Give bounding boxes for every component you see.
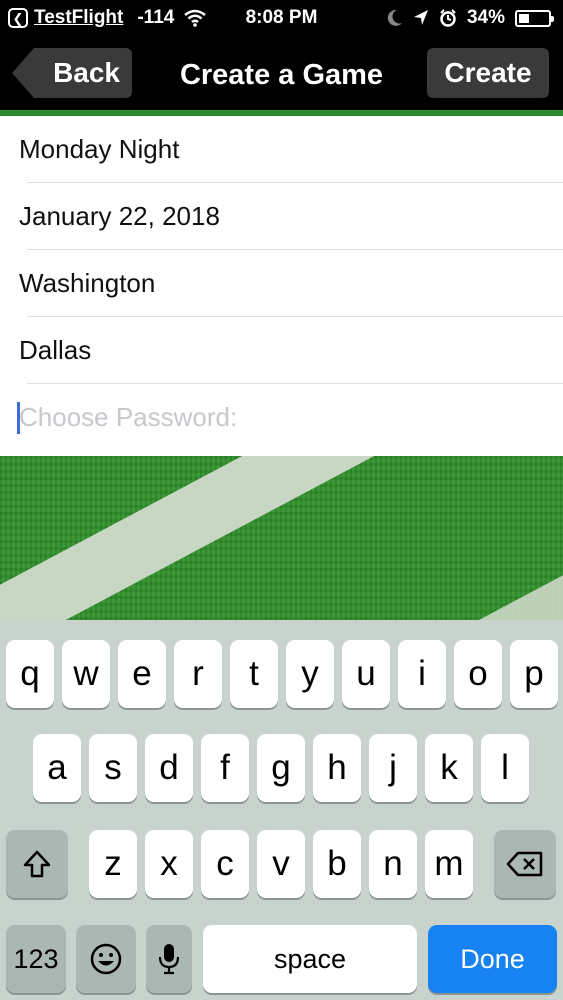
home-team-field[interactable]: Washington (0, 250, 563, 317)
yard-line (430, 523, 563, 620)
done-key[interactable]: Done (428, 925, 557, 993)
key-j[interactable]: j (369, 734, 417, 802)
backspace-key[interactable] (494, 830, 556, 898)
away-team-field[interactable]: Dallas (0, 317, 563, 384)
create-button[interactable]: Create (427, 48, 549, 98)
password-placeholder: Choose Password: (19, 402, 238, 432)
key-b[interactable]: b (313, 830, 361, 898)
numbers-key[interactable]: 123 (6, 925, 66, 993)
football-field-image (0, 456, 563, 620)
key-p[interactable]: p (510, 640, 558, 708)
battery-percent: 34% (466, 7, 505, 28)
key-o[interactable]: o (454, 640, 502, 708)
shift-key[interactable] (6, 830, 68, 898)
space-key[interactable]: space (203, 925, 417, 993)
key-k[interactable]: k (425, 734, 473, 802)
game-name-field[interactable]: Monday Night (0, 116, 563, 183)
key-s[interactable]: s (89, 734, 137, 802)
status-bar: ❮ TestFlight -114 8:08 PM 34% (0, 0, 563, 38)
key-q[interactable]: q (6, 640, 54, 708)
key-a[interactable]: a (33, 734, 81, 802)
key-x[interactable]: x (145, 830, 193, 898)
microphone-icon (158, 944, 180, 975)
key-r[interactable]: r (174, 640, 222, 708)
key-i[interactable]: i (398, 640, 446, 708)
moon-icon (387, 9, 402, 26)
emoji-icon (90, 943, 122, 975)
battery-icon (515, 9, 554, 27)
password-field[interactable]: Choose Password: (0, 384, 563, 451)
key-m[interactable]: m (425, 830, 473, 898)
backspace-icon (506, 851, 543, 877)
key-y[interactable]: y (286, 640, 334, 708)
emoji-key[interactable] (76, 925, 136, 993)
key-z[interactable]: z (89, 830, 137, 898)
key-e[interactable]: e (118, 640, 166, 708)
key-t[interactable]: t (230, 640, 278, 708)
key-d[interactable]: d (145, 734, 193, 802)
key-c[interactable]: c (201, 830, 249, 898)
key-f[interactable]: f (201, 734, 249, 802)
text-cursor (17, 402, 20, 434)
key-n[interactable]: n (369, 830, 417, 898)
key-g[interactable]: g (257, 734, 305, 802)
back-button[interactable]: Back (12, 48, 132, 98)
location-arrow-icon (413, 10, 428, 25)
key-u[interactable]: u (342, 640, 390, 708)
keyboard: q w e r t y u i o p a s d f g h j k l z … (0, 620, 563, 1000)
shift-icon (23, 850, 51, 878)
dictation-key[interactable] (146, 925, 192, 993)
key-l[interactable]: l (481, 734, 529, 802)
key-h[interactable]: h (313, 734, 361, 802)
game-date-field[interactable]: January 22, 2018 (0, 183, 563, 250)
navigation-bar: Create a Game Back Create (0, 38, 563, 116)
battery-level (519, 13, 529, 23)
alarm-icon (440, 9, 456, 27)
key-w[interactable]: w (62, 640, 110, 708)
yard-line (0, 456, 563, 620)
key-v[interactable]: v (257, 830, 305, 898)
create-game-form: Monday Night January 22, 2018 Washington… (0, 116, 563, 456)
